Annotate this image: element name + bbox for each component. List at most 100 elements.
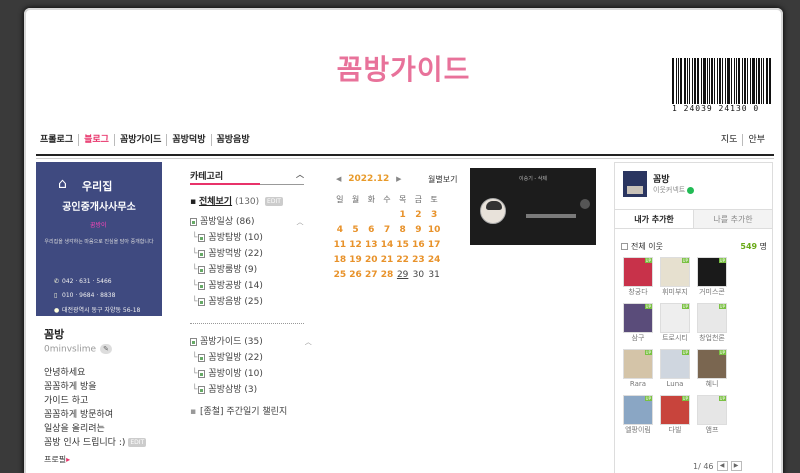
select-all-checkbox[interactable] — [621, 243, 628, 250]
neighbor-name[interactable]: 앰프 — [697, 425, 727, 435]
chevron-up-icon[interactable]: ︿ — [305, 338, 312, 346]
video-progress-bar[interactable] — [526, 214, 576, 218]
calendar-day[interactable]: 28 — [379, 267, 395, 282]
calendar-day[interactable]: 19 — [348, 252, 364, 267]
neighbor-thumbnail[interactable]: UP — [623, 257, 653, 287]
neighbor-thumbnail[interactable]: UP — [623, 303, 653, 333]
category-edit-badge[interactable]: EDIT — [265, 197, 283, 206]
category-child[interactable]: └ 꼼방음방 (25) — [192, 294, 263, 307]
neighbor-name[interactable]: 엘팡이림 — [623, 425, 653, 435]
category-child[interactable]: └ 꼼방공방 (14) — [192, 278, 263, 291]
calendar-day[interactable]: 26 — [348, 267, 364, 282]
left-item[interactable]: 프롤로그 — [40, 134, 80, 146]
neighbor-item[interactable]: UP Rara — [623, 349, 653, 389]
edit-pencil-icon[interactable]: ✎ — [100, 344, 113, 354]
neighbor-thumbnail[interactable]: UP — [697, 349, 727, 379]
category-name[interactable]: 꼼방탐방 — [208, 233, 241, 243]
left-item[interactable]: 꼼방덕방 — [167, 134, 212, 146]
right-item[interactable]: 안부 — [743, 134, 770, 146]
category-name[interactable]: 꼼방이방 — [208, 369, 241, 379]
category-name[interactable]: 꼼방삼방 — [208, 385, 241, 395]
calendar-day[interactable]: 16 — [411, 237, 427, 252]
category-name[interactable]: 꼼방일방 — [208, 353, 241, 363]
left-item[interactable]: 블로그 — [79, 134, 115, 146]
neighbor-thumbnail[interactable]: UP — [660, 395, 690, 425]
left-item[interactable]: 꼼방가이드 — [115, 134, 168, 146]
calendar-day[interactable]: 5 — [348, 222, 364, 237]
calendar-day[interactable]: 14 — [379, 237, 395, 252]
neighbor-item[interactable]: UP Luna — [660, 349, 690, 389]
neighbor-name[interactable]: 다빌 — [660, 425, 690, 435]
neighbor-item[interactable]: UP 앰프 — [697, 395, 727, 435]
calendar-day[interactable]: 11 — [332, 237, 348, 252]
calendar-day[interactable]: 3 — [426, 207, 442, 222]
calendar-day[interactable]: 23 — [411, 252, 427, 267]
neighbor-item[interactable]: UP 휘미부지 — [660, 257, 690, 297]
category-name[interactable]: [종철] 주간일기 챌린지 — [200, 407, 287, 417]
category-all[interactable]: ▪ 전체보기 (130) EDIT — [190, 194, 283, 207]
calendar-day[interactable]: 24 — [426, 252, 442, 267]
calendar-day[interactable]: 2 — [411, 207, 427, 222]
category-child[interactable]: └ 꼼방먹방 (22) — [192, 246, 263, 259]
tab-added-by-me[interactable]: 내가 추가한 — [615, 210, 694, 228]
neighbor-item[interactable]: UP 창궁다 — [623, 257, 653, 297]
neighbor-connect[interactable]: 이웃커넥트 — [653, 185, 695, 195]
calendar-day[interactable]: 12 — [348, 237, 364, 252]
video-widget[interactable]: 이승기 - 삭제 — [470, 168, 596, 245]
neighbor-item[interactable]: UP 창업천론 — [697, 303, 727, 343]
neighbor-all-label[interactable]: 전체 이웃 — [631, 242, 663, 251]
neighbor-item[interactable]: UP 거미스콘 — [697, 257, 727, 297]
calendar-day[interactable]: 18 — [332, 252, 348, 267]
neighbor-thumbnail[interactable]: UP — [660, 303, 690, 333]
chevron-up-icon[interactable]: ︿ — [296, 169, 304, 180]
neighbor-item[interactable]: UP 다빌 — [660, 395, 690, 435]
neighbor-thumbnail[interactable]: UP — [697, 395, 727, 425]
neighbor-name[interactable]: 휘미부지 — [660, 287, 690, 297]
calendar-day[interactable]: 7 — [379, 222, 395, 237]
category-child[interactable]: └ 꼼방삼방 (3) — [192, 382, 257, 395]
calendar-day[interactable]: 6 — [363, 222, 379, 237]
neighbor-thumbnail[interactable]: UP — [660, 257, 690, 287]
calendar-day[interactable]: 10 — [426, 222, 442, 237]
profile-edit-badge[interactable]: EDIT — [128, 438, 147, 447]
neighbor-thumbnail[interactable]: UP — [660, 349, 690, 379]
calendar-day[interactable]: 22 — [395, 252, 411, 267]
category-child[interactable]: └ 꼼방이방 (10) — [192, 366, 263, 379]
calendar-day[interactable]: 4 — [332, 222, 348, 237]
tab-added-me[interactable]: 나를 추가한 — [694, 210, 772, 228]
neighbor-thumbnail[interactable]: UP — [697, 257, 727, 287]
chevron-up-icon[interactable]: ︿ — [296, 218, 303, 226]
profile-link[interactable]: 프로필▸ — [44, 454, 70, 465]
category-child[interactable]: └ 꼼방탐방 (10) — [192, 230, 263, 243]
category-name[interactable]: 꼼방먹방 — [208, 249, 241, 259]
category-name[interactable]: 꼼방일상 — [200, 217, 233, 227]
calendar-day[interactable]: 1 — [395, 207, 411, 222]
neighbor-name[interactable]: 거미스콘 — [697, 287, 727, 297]
category-name[interactable]: 꼼방음방 — [208, 297, 241, 307]
neighbor-name[interactable]: 혜니 — [697, 379, 727, 389]
prev-month-icon[interactable]: ◀ — [336, 175, 341, 183]
neighbor-name[interactable]: Rara — [623, 379, 653, 389]
next-month-icon[interactable]: ▶ — [396, 175, 401, 183]
calendar-day[interactable]: 17 — [426, 237, 442, 252]
neighbor-name[interactable]: 트로시티 — [660, 333, 690, 343]
neighbor-avatar[interactable] — [623, 171, 647, 197]
neighbor-item[interactable]: UP 삼구 — [623, 303, 653, 343]
neighbor-item[interactable]: UP 혜니 — [697, 349, 727, 389]
calendar-day[interactable]: 20 — [363, 252, 379, 267]
category-group[interactable]: 꼼방일상 (86) ︿ — [190, 214, 303, 227]
category-name[interactable]: 꼼방룸방 — [208, 265, 241, 275]
category-name[interactable]: 꼼방공방 — [208, 281, 241, 291]
category-child[interactable]: └ 꼼방룸방 (9) — [192, 262, 257, 275]
neighbor-name[interactable]: 삼구 — [623, 333, 653, 343]
video-play-button[interactable] — [580, 199, 590, 209]
neighbor-name[interactable]: 창업천론 — [697, 333, 727, 343]
category-name[interactable]: 꼼방가이드 — [200, 337, 241, 347]
calendar-day[interactable]: 8 — [395, 222, 411, 237]
neighbor-item[interactable]: UP 엘팡이림 — [623, 395, 653, 435]
neighbor-thumbnail[interactable]: UP — [623, 349, 653, 379]
calendar-day[interactable]: 21 — [379, 252, 395, 267]
calendar-day[interactable]: 27 — [363, 267, 379, 282]
category-header[interactable]: 카테고리 ︿ — [190, 169, 304, 183]
calendar-view-toggle[interactable]: 월별보기 — [428, 174, 457, 185]
